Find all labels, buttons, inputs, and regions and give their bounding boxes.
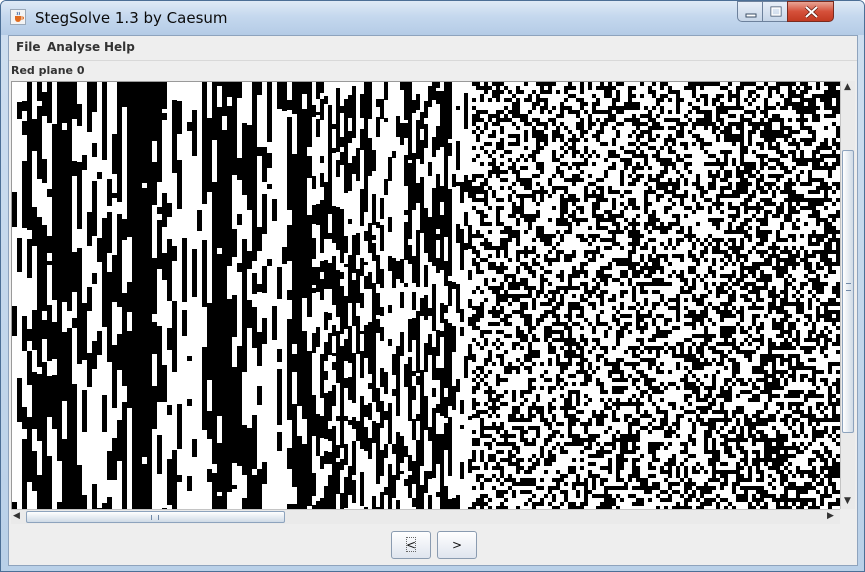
minimize-icon	[745, 13, 757, 18]
maximize-button[interactable]	[762, 1, 788, 22]
horizontal-scroll-thumb[interactable]	[26, 511, 285, 523]
scroll-right-icon[interactable]: ▶	[827, 512, 834, 521]
menu-analyse[interactable]: Analyse	[47, 40, 100, 54]
next-plane-button[interactable]: >	[437, 531, 477, 559]
scroll-up-icon[interactable]: ▲	[844, 83, 851, 92]
close-icon	[804, 5, 819, 19]
window-title: StegSolve 1.3 by Caesum	[35, 9, 228, 27]
app-window: StegSolve 1.3 by Caesum File Analyse Hel…	[0, 0, 865, 572]
title-bar[interactable]: StegSolve 1.3 by Caesum	[1, 1, 864, 35]
menu-help[interactable]: Help	[104, 40, 135, 54]
menu-file[interactable]: File	[16, 40, 41, 54]
minimize-button[interactable]	[737, 1, 763, 22]
focus-indicator	[406, 537, 416, 552]
scroll-left-icon[interactable]: ◀	[13, 512, 20, 521]
vertical-scroll-thumb[interactable]	[842, 150, 854, 433]
menu-bar: File Analyse Help	[9, 36, 857, 61]
scroll-down-icon[interactable]: ▼	[844, 497, 851, 506]
vertical-scrollbar[interactable]: ▲ ▼	[840, 81, 855, 509]
scroll-corner	[840, 509, 855, 524]
plane-label: Red plane 0	[11, 64, 85, 77]
previous-plane-button[interactable]: <	[391, 531, 431, 559]
close-button[interactable]	[787, 1, 834, 22]
bit-plane-pixels	[12, 82, 841, 510]
horizontal-scrollbar[interactable]: ◀ ▶	[11, 509, 840, 524]
maximize-icon	[770, 6, 782, 17]
bit-plane-image	[12, 82, 841, 510]
image-viewport[interactable]	[11, 81, 841, 510]
next-plane-label: >	[451, 538, 463, 552]
java-cup-icon[interactable]	[10, 9, 26, 25]
client-area: File Analyse Help Red plane 0 ▲ ▼ ◀ ▶ < …	[8, 35, 858, 566]
